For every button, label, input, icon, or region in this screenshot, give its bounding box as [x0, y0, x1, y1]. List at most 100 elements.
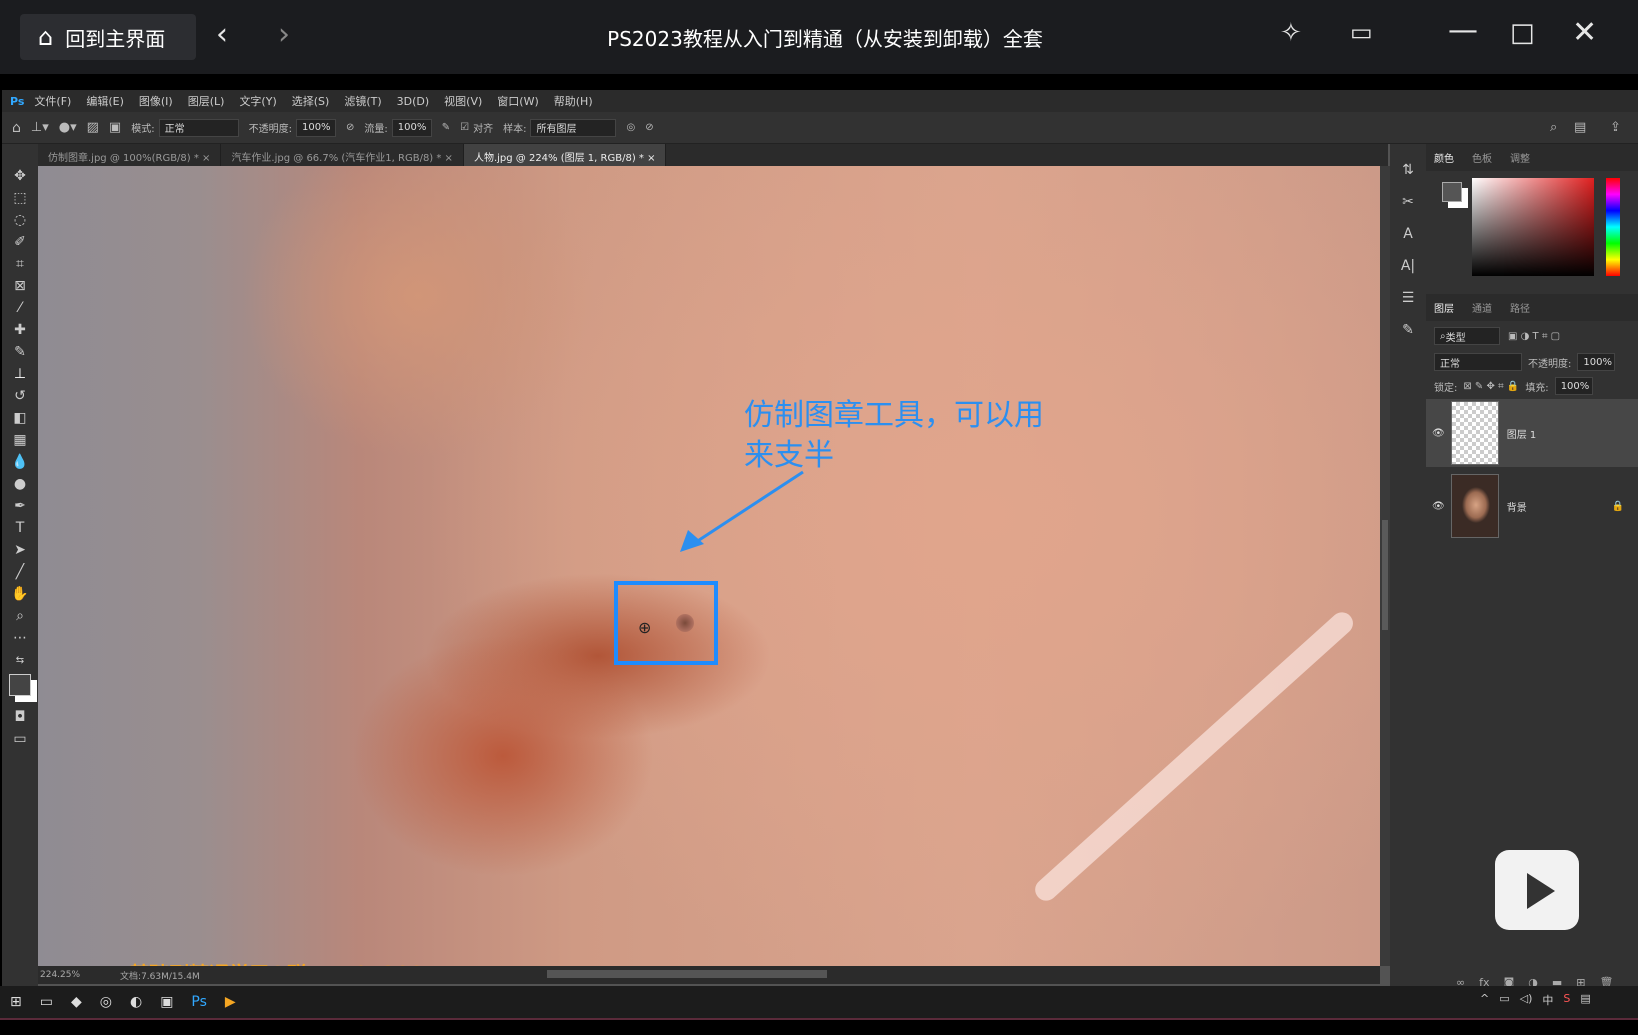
- tool-presets-icon[interactable]: ✂: [1402, 194, 1414, 210]
- layer-kind-filter[interactable]: ⌕ 类型: [1434, 327, 1500, 345]
- tab-swatches[interactable]: 色板: [1472, 150, 1492, 165]
- history-panel-icon[interactable]: ⇅: [1402, 162, 1414, 178]
- menu-image[interactable]: 图像(I): [139, 93, 173, 109]
- color-picker-field[interactable]: [1472, 178, 1594, 276]
- forward-icon[interactable]: ›: [278, 20, 290, 50]
- frame-tool-icon[interactable]: ⊠: [14, 278, 26, 295]
- character-panel-icon[interactable]: A: [1403, 226, 1413, 242]
- close-icon[interactable]: ✕: [1572, 18, 1597, 48]
- history-brush-tool-icon[interactable]: ↺: [14, 388, 26, 405]
- picture-in-picture-icon[interactable]: ▭: [1350, 20, 1373, 44]
- brush-panel-icon[interactable]: ✎: [1402, 322, 1414, 338]
- flow-field[interactable]: 100%: [391, 118, 432, 137]
- pen-tool-icon[interactable]: ✒: [14, 498, 26, 515]
- brush-size-icon[interactable]: ●▾: [59, 120, 77, 135]
- layer-row-layer1[interactable]: 👁 图层 1: [1426, 399, 1638, 467]
- lasso-tool-icon[interactable]: ◌: [14, 212, 26, 229]
- menu-select[interactable]: 选择(S): [292, 93, 330, 109]
- network-icon[interactable]: ▭: [1499, 992, 1509, 1008]
- path-select-tool-icon[interactable]: ➤: [14, 542, 26, 559]
- document-canvas[interactable]: 仿制图章工具，可以用来支半 ⊕ Ps基础到精通学习Q群：4401308: [38, 166, 1380, 966]
- sample-select[interactable]: 所有图层: [530, 118, 617, 137]
- edge-icon[interactable]: ◐: [130, 994, 142, 1010]
- opacity-field[interactable]: 100%: [295, 118, 336, 137]
- volume-icon[interactable]: ◁): [1520, 992, 1533, 1008]
- type-tool-icon[interactable]: T: [16, 520, 25, 537]
- menu-file[interactable]: 文件(F): [34, 93, 71, 109]
- minimize-icon[interactable]: —: [1448, 16, 1478, 46]
- brush-tool-icon[interactable]: ✎: [14, 344, 26, 361]
- gradient-tool-icon[interactable]: ▦: [13, 432, 26, 449]
- screen-mode-icon[interactable]: ▭: [13, 731, 26, 748]
- pressure-opacity-icon[interactable]: ⊘: [346, 122, 354, 133]
- crop-tool-icon[interactable]: ⌗: [16, 256, 24, 273]
- eyedropper-tool-icon[interactable]: ⁄: [19, 300, 21, 317]
- tray-chevron-icon[interactable]: ^: [1480, 992, 1489, 1008]
- ime-app-icon[interactable]: S: [1563, 992, 1570, 1008]
- line-tool-icon[interactable]: ╱: [16, 564, 24, 581]
- maximize-icon[interactable]: □: [1510, 20, 1535, 46]
- tab-layers[interactable]: 图层: [1434, 300, 1454, 315]
- app-icon[interactable]: ◆: [71, 994, 82, 1010]
- foreground-background-color[interactable]: [9, 674, 31, 696]
- tab-color[interactable]: 颜色: [1434, 150, 1454, 165]
- clone-stamp-tool-icon[interactable]: ⊥: [14, 366, 26, 383]
- hand-tool-icon[interactable]: ✋: [11, 586, 28, 603]
- move-tool-icon[interactable]: ✥: [14, 168, 26, 185]
- back-icon[interactable]: ‹: [216, 20, 228, 50]
- home-button[interactable]: ⌂ 回到主界面: [20, 14, 196, 60]
- properties-panel-icon[interactable]: ☰: [1402, 290, 1415, 306]
- workspace-icon[interactable]: ▤: [1574, 120, 1586, 135]
- menu-layer[interactable]: 图层(L): [188, 93, 225, 109]
- menu-help[interactable]: 帮助(H): [554, 93, 593, 109]
- notification-icon[interactable]: ▤: [1580, 992, 1590, 1008]
- blend-mode-select[interactable]: 正常: [1434, 353, 1522, 371]
- mode-select[interactable]: 正常: [158, 118, 239, 137]
- tab-channels[interactable]: 通道: [1472, 300, 1492, 315]
- quick-mask-icon[interactable]: ◘: [14, 709, 25, 726]
- healing-brush-tool-icon[interactable]: ✚: [14, 322, 26, 339]
- marquee-tool-icon[interactable]: ⬚: [13, 190, 26, 207]
- zoom-level[interactable]: 224.25%: [40, 970, 80, 980]
- lock-icons[interactable]: ⊠ ✎ ✥ ⌗ 🔒: [1463, 381, 1519, 392]
- horizontal-scroll-thumb[interactable]: [547, 970, 827, 978]
- tab-portrait-doc[interactable]: 人物.jpg @ 224% (图层 1, RGB/8) * ×: [463, 144, 667, 166]
- tab-car-homework-doc[interactable]: 汽车作业.jpg @ 66.7% (汽车作业1, RGB/8) * ×: [221, 144, 464, 166]
- zoom-tool-icon[interactable]: ⌕: [16, 608, 24, 625]
- menu-view[interactable]: 视图(V): [444, 93, 482, 109]
- vertical-scroll-thumb[interactable]: [1382, 520, 1388, 630]
- more-tools-icon[interactable]: ⋯: [13, 630, 27, 647]
- dodge-tool-icon[interactable]: ●: [14, 476, 26, 493]
- menu-edit[interactable]: 编辑(E): [86, 93, 124, 109]
- visibility-eye-icon[interactable]: 👁: [1432, 501, 1445, 512]
- tab-clone-stamp-doc[interactable]: 仿制图章.jpg @ 100%(RGB/8) * ×: [38, 144, 222, 166]
- menu-window[interactable]: 窗口(W): [497, 93, 538, 109]
- filter-icons[interactable]: ▣ ◑ T ⌗ ▢: [1508, 331, 1560, 342]
- pin-icon[interactable]: ✧: [1280, 20, 1302, 46]
- layer-row-background[interactable]: 👁 背景 🔒: [1426, 472, 1638, 540]
- airbrush-icon[interactable]: ✎: [442, 122, 450, 133]
- menu-3d[interactable]: 3D(D): [397, 95, 430, 108]
- browser-icon[interactable]: ◎: [100, 994, 112, 1010]
- share-icon[interactable]: ⇪: [1610, 120, 1621, 135]
- layer-opacity-field[interactable]: 100%: [1577, 353, 1616, 371]
- tab-paths[interactable]: 路径: [1510, 300, 1530, 315]
- blur-tool-icon[interactable]: 💧: [11, 454, 28, 471]
- home-icon[interactable]: ⌂: [12, 120, 21, 136]
- swap-colors-icon[interactable]: ⇆: [16, 652, 24, 669]
- search-icon[interactable]: ⌕: [1550, 120, 1557, 135]
- hue-slider[interactable]: [1606, 178, 1620, 276]
- ignore-adjustment-icon[interactable]: ◎: [626, 122, 635, 133]
- pressure-size-icon[interactable]: ⊘: [645, 122, 653, 133]
- visibility-eye-icon[interactable]: 👁: [1432, 428, 1445, 439]
- paragraph-panel-icon[interactable]: A|: [1401, 258, 1415, 274]
- aligned-checkbox[interactable]: ☑ 对齐: [460, 120, 493, 135]
- tab-adjustments[interactable]: 调整: [1510, 150, 1530, 165]
- panel-fg-bg-swatch[interactable]: [1442, 182, 1462, 202]
- eraser-tool-icon[interactable]: ◧: [13, 410, 26, 427]
- start-icon[interactable]: ⊞: [10, 994, 22, 1010]
- app-window-icon[interactable]: ▣: [160, 994, 173, 1010]
- stamp-tool-preset-icon[interactable]: ⊥▾: [31, 120, 49, 135]
- photoshop-taskbar-icon[interactable]: Ps: [191, 994, 207, 1010]
- fill-field[interactable]: 100%: [1554, 377, 1593, 395]
